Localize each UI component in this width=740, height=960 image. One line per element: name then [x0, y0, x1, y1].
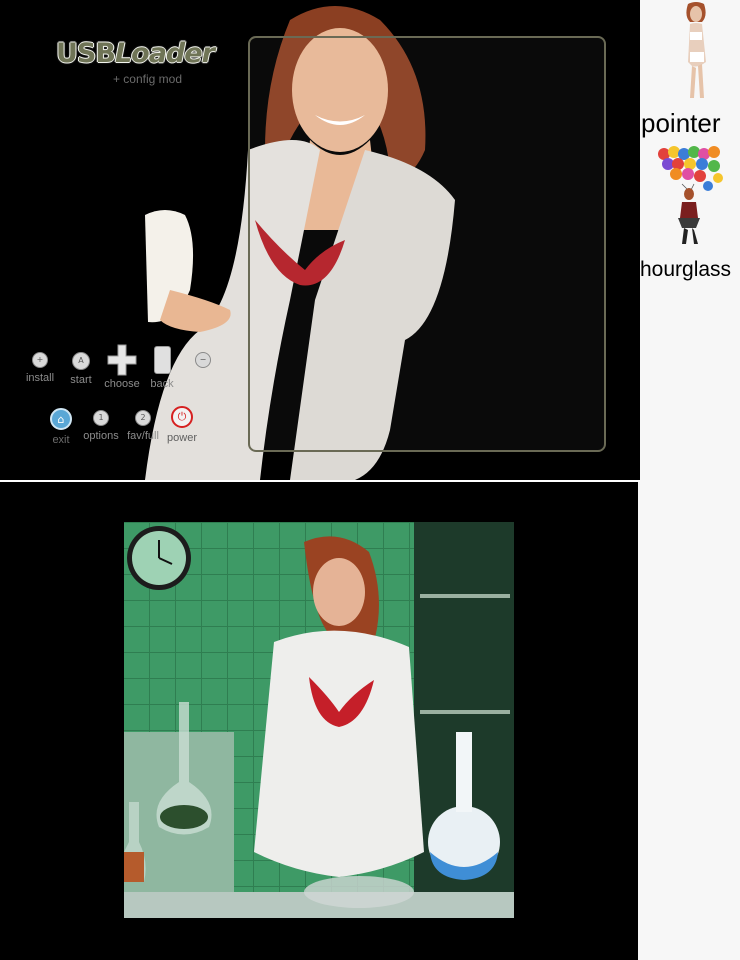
back-label: back: [150, 378, 174, 390]
options-label: options: [83, 430, 119, 442]
start-label: start: [70, 374, 92, 386]
dpad-icon[interactable]: [107, 344, 137, 376]
back-control[interactable]: back: [148, 346, 176, 390]
power-control[interactable]: ⏻ power: [166, 406, 198, 444]
install-label: install: [25, 372, 55, 384]
start-control[interactable]: A start: [64, 352, 98, 386]
usbloader-logo: USBLoader + config mod: [56, 38, 215, 90]
main-ui-panel: USBLoader + config mod + install A start…: [0, 0, 640, 480]
home-button-icon[interactable]: ⌂: [50, 408, 72, 430]
favfull-label: fav/full: [127, 430, 159, 442]
plus-button-icon[interactable]: +: [32, 352, 48, 368]
b-button-icon[interactable]: [153, 346, 171, 374]
a-button-icon[interactable]: A: [72, 352, 90, 370]
power-label: power: [167, 432, 197, 444]
logo-subtitle: + config mod: [112, 72, 182, 86]
cursor-sidebar: pointer hourglass: [640, 0, 740, 960]
background-preview-panel: [0, 482, 638, 960]
exit-label: exit: [52, 434, 70, 446]
pointer-label: pointer: [641, 108, 721, 138]
exit-control[interactable]: ⌂ exit: [46, 408, 76, 446]
minus-button-icon[interactable]: −: [195, 352, 211, 368]
hourglass-label: hourglass: [640, 258, 732, 281]
choose-label: choose: [104, 378, 140, 390]
options-control[interactable]: 1 options: [82, 410, 120, 442]
one-button-icon[interactable]: 1: [93, 410, 109, 426]
pointer-thumbnail[interactable]: [680, 2, 712, 100]
game-cover-frame[interactable]: [248, 36, 606, 452]
hourglass-thumbnail[interactable]: [656, 146, 724, 246]
logo-title: USBLoader: [56, 38, 215, 69]
minus-control[interactable]: −: [192, 352, 214, 368]
choose-control[interactable]: choose: [100, 344, 144, 390]
favfull-control[interactable]: 2 fav/full: [124, 410, 162, 442]
balloons: [658, 146, 723, 191]
two-button-icon[interactable]: 2: [135, 410, 151, 426]
install-control[interactable]: + install: [22, 352, 58, 384]
lab-background-image: [124, 522, 514, 918]
power-button-icon[interactable]: ⏻: [171, 406, 193, 428]
